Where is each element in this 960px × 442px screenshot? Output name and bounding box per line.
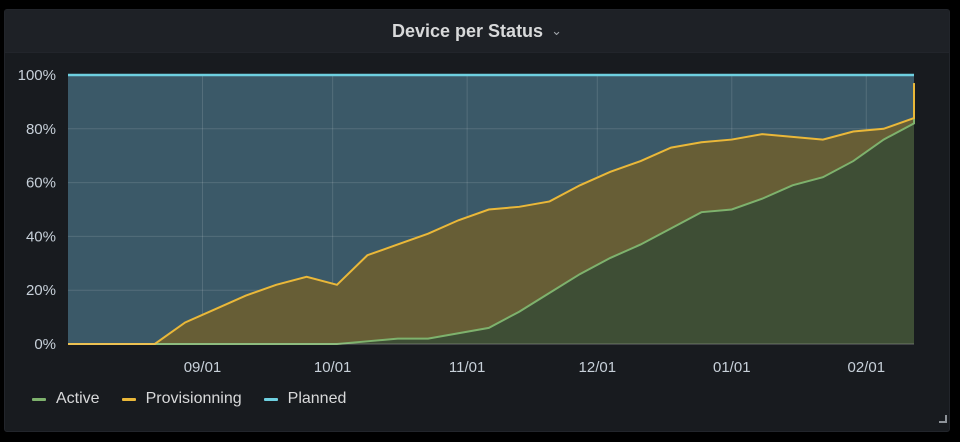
y-tick-label: 40% [26,228,56,245]
x-tick-label: 09/01 [184,359,222,376]
x-tick-label: 11/01 [449,359,485,376]
device-status-chart: 0% 20% 40% 60% 80% 100% 09/01 10/01 11/01 12/01 01… [18,67,915,376]
legend-swatch-planned [263,397,278,401]
x-tick-label: 12/01 [579,359,617,376]
legend-item-active[interactable]: Active [32,390,100,408]
legend-label-active: Active [56,390,100,407]
y-tick-label: 100% [18,67,56,84]
legend-item-provisionning[interactable]: Provisionning [121,390,242,408]
y-tick-label: 20% [26,282,56,299]
y-tick-label: 0% [34,336,56,353]
x-tick-label: 01/01 [713,359,751,376]
x-tick-label: 02/01 [848,359,886,376]
legend-label-provisionning: Provisionning [145,390,242,407]
legend-swatch-active [32,397,46,401]
resize-handle[interactable] [939,415,947,423]
legend-label-planned: Planned [287,390,347,407]
y-tick-label: 60% [26,175,56,192]
legend-swatch-provisionning [121,397,136,401]
legend-item-planned[interactable]: Planned [263,390,347,408]
chart-legend: Active Provisionning Planned [32,390,346,408]
x-tick-label: 10/01 [314,359,352,376]
y-tick-label: 80% [26,121,56,138]
